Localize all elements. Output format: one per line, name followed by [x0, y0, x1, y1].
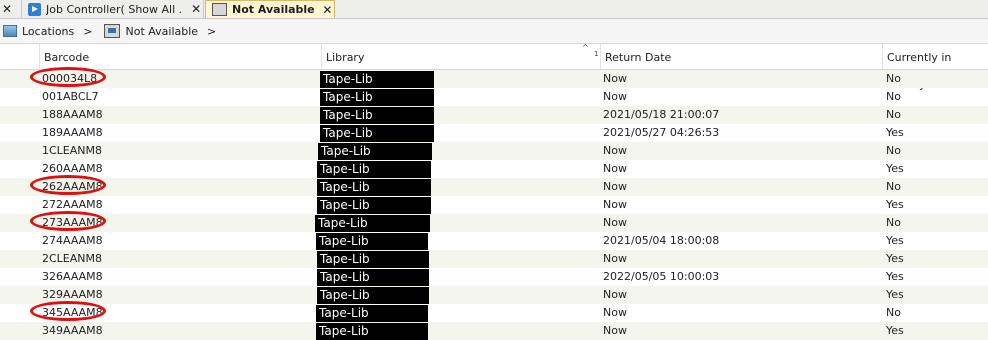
cell-library: Tape-Lib [320, 107, 434, 124]
cell-barcode: 326AAAM8 [42, 270, 103, 283]
cell-return-date: Now [603, 252, 627, 265]
cell-library: Tape-Lib [317, 269, 429, 286]
cell-return-date: Now [603, 198, 627, 211]
tab-label: Not Available [232, 3, 315, 16]
breadcrumb-separator: > [83, 24, 93, 38]
cell-return-date: Now [603, 72, 627, 85]
table-row[interactable]: 1CLEANM8 Tape-Lib Now No [0, 142, 988, 160]
close-icon[interactable]: ✕ [321, 3, 334, 17]
cell-library: Tape-Lib [316, 323, 428, 340]
cell-return-date: 2021/05/04 18:00:08 [603, 234, 720, 247]
table-row[interactable]: 260AAAM8 Tape-Lib Now Yes [0, 160, 988, 178]
table-row[interactable]: 262AAAM8 Tape-Lib Now No [0, 175, 988, 196]
breadcrumb-locations[interactable]: Locations [0, 19, 74, 43]
cell-library: Tape-Lib [317, 179, 431, 196]
breadcrumb: Locations > Not Available > [0, 19, 988, 44]
header-currently-in-library[interactable]: Currently in Library [883, 44, 988, 91]
cell-return-date: Now [603, 162, 627, 175]
cell-currently-in-library: Yes [886, 252, 904, 265]
cell-library: Tape-Lib [320, 89, 434, 106]
cell-return-date: Now [603, 180, 627, 193]
cell-return-date: 2022/05/05 10:00:03 [603, 270, 720, 283]
breadcrumb-not-available[interactable]: Not Available [98, 19, 198, 43]
cell-barcode: 274AAAM8 [42, 234, 103, 247]
tab-not-available[interactable]: Not Available ✕ [205, 0, 335, 18]
media-grid: Barcode Library ^ 1 Return Date Currentl… [0, 43, 988, 340]
cell-barcode: 001ABCL7 [42, 90, 99, 103]
grid-header: Barcode Library ^ 1 Return Date Currentl… [0, 43, 988, 91]
tab-label: Job Controller( Show All ... [46, 2, 184, 16]
table-row[interactable]: 188AAAM8 Tape-Lib 2021/05/18 21:00:07 No [0, 106, 988, 124]
tape-library-icon [104, 24, 121, 38]
table-row[interactable]: 274AAAM8 Tape-Lib 2021/05/04 18:00:08 Yes [0, 232, 988, 250]
cell-currently-in-library: Yes [886, 198, 904, 211]
cell-barcode: 189AAAM8 [42, 126, 103, 139]
cell-library: Tape-Lib [320, 71, 434, 88]
table-row[interactable]: 273AAAM8 Tape-Lib Now No [0, 211, 988, 232]
tab-previous-close[interactable]: ✕ [0, 0, 22, 18]
header-spacer [0, 44, 40, 69]
header-barcode[interactable]: Barcode [40, 44, 322, 69]
cell-library: Tape-Lib [316, 305, 428, 322]
cell-barcode: 349AAAM8 [42, 324, 103, 337]
table-row[interactable]: 000034L8 Tape-Lib Now No [0, 67, 988, 88]
cell-return-date: Now [603, 306, 627, 319]
tab-job-controller[interactable]: Job Controller( Show All ... ✕ [22, 0, 204, 18]
tape-library-icon [212, 3, 227, 16]
cell-library: Tape-Lib [317, 251, 429, 268]
cell-return-date: 2021/05/18 21:00:07 [603, 108, 720, 121]
tab-strip: ✕ Job Controller( Show All ... ✕ Not Ava… [0, 0, 988, 19]
cell-currently-in-library: Yes [886, 288, 904, 301]
cell-library: Tape-Lib [317, 287, 429, 304]
cell-currently-in-library: No [886, 306, 901, 319]
cell-currently-in-library: Yes [886, 162, 904, 175]
cell-library: Tape-Lib [317, 161, 431, 178]
sort-ascending-icon: ^ [582, 43, 589, 52]
close-icon[interactable]: ✕ [0, 2, 14, 16]
red-circle-annotation [30, 211, 106, 231]
cell-library: Tape-Lib [315, 215, 430, 232]
cell-return-date: Now [603, 288, 627, 301]
cell-return-date: Now [603, 90, 627, 103]
cell-currently-in-library: Yes [886, 126, 904, 139]
red-circle-annotation [30, 67, 106, 87]
cell-library: Tape-Lib [317, 197, 431, 214]
cell-currently-in-library: Yes [886, 270, 904, 283]
cell-currently-in-library: No [886, 216, 901, 229]
cell-return-date: Now [603, 324, 627, 337]
cell-return-date: Now [603, 216, 627, 229]
header-library[interactable]: Library [322, 44, 601, 69]
breadcrumb-separator: > [207, 24, 217, 38]
cell-barcode: 188AAAM8 [42, 108, 103, 121]
table-row[interactable]: 345AAAM8 Tape-Lib Now No [0, 301, 988, 322]
cell-library: Tape-Lib [316, 233, 428, 250]
table-row[interactable]: 001ABCL7 Tape-Lib Now No [0, 88, 988, 106]
red-circle-annotation [30, 301, 106, 321]
cell-currently-in-library: Yes [886, 324, 904, 337]
cell-barcode: 1CLEANM8 [42, 144, 103, 157]
table-row[interactable]: 189AAAM8 Tape-Lib 2021/05/27 04:26:53 Yes [0, 124, 988, 142]
cell-barcode: 2CLEANM8 [42, 252, 103, 265]
table-row[interactable]: 2CLEANM8 Tape-Lib Now Yes [0, 250, 988, 268]
table-row[interactable]: 272AAAM8 Tape-Lib Now Yes [0, 196, 988, 214]
close-icon[interactable]: ✕ [189, 2, 203, 16]
cell-currently-in-library: No [886, 72, 901, 85]
cell-currently-in-library: Yes [886, 234, 904, 247]
cell-library: Tape-Lib [320, 125, 434, 142]
cell-return-date: Now [603, 144, 627, 157]
cell-currently-in-library: No [886, 144, 901, 157]
cell-currently-in-library: No [886, 180, 901, 193]
cell-return-date: 2021/05/27 04:26:53 [603, 126, 720, 139]
table-row[interactable]: 349AAAM8 Tape-Lib Now Yes [0, 322, 988, 340]
table-row[interactable]: 329AAAM8 Tape-Lib Now Yes [0, 286, 988, 304]
cell-currently-in-library: No [886, 108, 901, 121]
header-return-date[interactable]: Return Date [601, 44, 883, 69]
locations-icon [3, 25, 17, 37]
sort-index: 1 [594, 50, 599, 58]
cell-library: Tape-Lib [318, 143, 432, 160]
table-row[interactable]: 326AAAM8 Tape-Lib 2022/05/05 10:00:03 Yes [0, 268, 988, 286]
job-controller-icon [28, 2, 41, 16]
red-circle-annotation [30, 175, 106, 195]
cell-currently-in-library: No [886, 90, 901, 103]
